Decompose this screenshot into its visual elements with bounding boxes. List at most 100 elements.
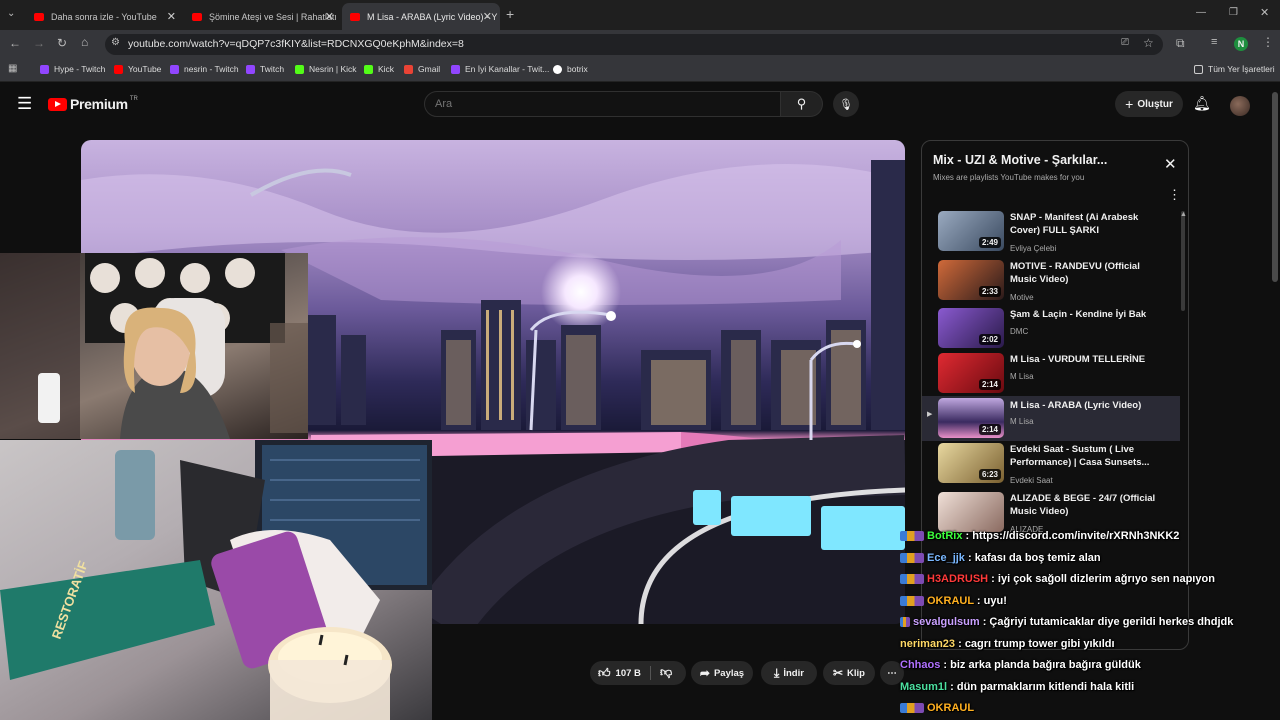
now-playing-icon: ▶	[927, 411, 933, 418]
desk-camera: RESTORATİF	[0, 440, 432, 720]
search-button[interactable]: ⚲	[781, 91, 823, 117]
tab-title: Şömine Ateşi ve Sesi | Rahatlatı	[209, 11, 337, 22]
download-button[interactable]: ⤓ İndir	[761, 661, 817, 685]
chat-text: biz arka planda bağıra bağıra güldük	[950, 659, 1141, 671]
notifications-bell-icon[interactable]: 🔔︎	[1193, 95, 1211, 112]
video-title: SNAP - Manifest (Ai Arabesk Cover) FULL …	[1010, 212, 1139, 236]
chat-badges-icon	[900, 574, 924, 585]
youtube-icon	[114, 64, 123, 74]
tab-close-icon[interactable]: ✕	[167, 10, 176, 23]
bookmark-nesrin-twitch[interactable]: nesrin - Twitch	[170, 64, 239, 74]
search-icon: ⚲	[796, 96, 807, 111]
twitch-icon	[246, 64, 255, 74]
close-playlist-icon[interactable]: ✕	[1164, 155, 1177, 173]
playlist-item[interactable]: 2:14 M Lisa - VURDUM TELLERİNE M Lisa	[922, 353, 1180, 397]
thumbs-down-icon: 👎︎	[660, 665, 673, 679]
scroll-up-icon[interactable]: ▲	[1180, 211, 1187, 218]
channel-name: M Lisa	[1010, 417, 1034, 426]
playlist-scrollbar[interactable]	[1181, 211, 1185, 311]
playlist-item[interactable]: 2:49 SNAP - Manifest (Ai Arabesk Cover) …	[922, 211, 1180, 255]
playlist-item[interactable]: 6:23 Evdeki Saat - Sustum ( Live Perform…	[922, 443, 1180, 487]
video-title: Şam & Laçin - Kendine İyi Bak	[1010, 309, 1147, 320]
desk-frame: RESTORATİF	[0, 440, 432, 720]
chat-username: sevalgulsum	[913, 616, 980, 628]
maximize-icon[interactable]: ❐	[1229, 7, 1238, 18]
playlist-menu-icon[interactable]: ⋮	[1168, 187, 1181, 203]
bookmark-nesrin-kick[interactable]: Nesrin | Kick	[295, 64, 357, 74]
webcam-frame	[0, 253, 308, 439]
minimize-icon[interactable]: —	[1196, 7, 1206, 18]
home-icon[interactable]: ⌂	[81, 35, 88, 49]
kick-icon	[364, 64, 373, 74]
bookmark-youtube[interactable]: YouTube	[114, 64, 161, 74]
like-button[interactable]: 👍︎ 107 B	[598, 666, 641, 681]
bookmark-botrix[interactable]: botrix	[553, 64, 588, 74]
chat-username: neriman23	[900, 638, 956, 650]
bookmark-star-icon[interactable]: ☆	[1143, 36, 1154, 50]
like-dislike-group: 👍︎ 107 B 👎︎	[590, 661, 686, 685]
profile-avatar[interactable]: N	[1234, 37, 1248, 51]
page-scrollbar[interactable]	[1272, 92, 1278, 282]
account-avatar[interactable]	[1230, 96, 1250, 116]
scissors-icon: ✂	[832, 666, 844, 680]
bookmark-gmail[interactable]: Gmail	[404, 64, 440, 74]
microphone-icon: 🎙	[839, 98, 853, 111]
create-button[interactable]: + Oluştur	[1115, 91, 1183, 117]
close-window-icon[interactable]: ✕	[1260, 6, 1269, 19]
chat-username: Masum1l	[900, 681, 948, 693]
youtube-premium-logo[interactable]: Premium TR	[48, 96, 138, 112]
tab-title: Daha sonra izle - YouTube	[51, 11, 157, 22]
video-thumbnail: 2:33	[938, 260, 1004, 300]
bookmark-twitch[interactable]: Twitch	[246, 64, 284, 74]
apps-grid-icon[interactable]: ▦	[8, 63, 17, 74]
kick-icon	[295, 64, 304, 74]
search-input[interactable]	[424, 91, 781, 117]
tab-araba[interactable]: M Lisa - ARABA (Lyric Video) - Y ✕	[342, 3, 500, 30]
install-app-icon[interactable]: ⎚	[1121, 37, 1129, 48]
video-thumbnail	[938, 492, 1004, 532]
share-button[interactable]: ➦ Paylaş	[691, 661, 753, 685]
forward-icon[interactable]: →	[33, 36, 45, 50]
tab-fireplace[interactable]: Şömine Ateşi ve Sesi | Rahatlatı ✕	[184, 3, 342, 30]
video-thumbnail: 2:14	[938, 398, 1004, 438]
video-thumbnail: 6:23	[938, 443, 1004, 483]
all-bookmarks[interactable]: Tüm Yer İşaretleri	[1194, 64, 1275, 74]
logo-text: Premium	[70, 96, 128, 112]
chat-badges-icon	[900, 531, 924, 542]
bookmark-hype-twitch[interactable]: Hype - Twitch	[40, 64, 105, 74]
tab-watch-later[interactable]: Daha sonra izle - YouTube ✕	[26, 3, 184, 30]
menu-icon[interactable]: ⋮	[1262, 35, 1274, 49]
site-info-icon[interactable]: ⚙	[111, 37, 120, 48]
chat-message: sevalgulsum : Çağriyi tutamicaklar diye …	[900, 616, 1233, 628]
bookmark-kick[interactable]: Kick	[364, 64, 394, 74]
media-control-icon[interactable]: ≡	[1211, 36, 1217, 48]
chat-username: OKRAUL	[927, 702, 975, 714]
playlist-item[interactable]: 2:02 Şam & Laçin - Kendine İyi Bak DMC	[922, 308, 1180, 352]
chat-message: H3ADRUSH : iyi çok sağoll dizlerim ağrıy…	[900, 573, 1215, 585]
back-icon[interactable]: ←	[9, 36, 21, 50]
channel-name: Evliya Çelebi	[1010, 244, 1057, 253]
playlist-title[interactable]: Mix - UZI & Motive - Şarkılar...	[933, 153, 1107, 167]
chat-username: OKRAUL	[927, 595, 974, 607]
twitch-icon	[170, 64, 179, 74]
voice-search-button[interactable]: 🎙	[833, 91, 859, 117]
download-icon: ⤓	[774, 665, 780, 680]
playlist-item-current[interactable]: ▶ 2:14 M Lisa - ARABA (Lyric Video) M Li…	[922, 396, 1180, 441]
reload-icon[interactable]: ↻	[57, 36, 67, 50]
hamburger-menu-icon[interactable]: ☰	[17, 94, 32, 114]
tab-search-icon[interactable]: ⌄	[7, 8, 15, 19]
tab-close-icon[interactable]: ✕	[483, 10, 492, 23]
chat-badges-icon	[900, 703, 924, 714]
clip-button[interactable]: ✂ Klip	[823, 661, 875, 685]
share-icon: ➦	[699, 666, 710, 680]
logo-region: TR	[129, 96, 138, 102]
chat-message: Chhaos : biz arka planda bağıra bağıra g…	[900, 659, 1141, 671]
new-tab-icon[interactable]: +	[506, 6, 514, 22]
bookmark-en-iyi-kanallar[interactable]: En İyi Kanallar - Twit...	[451, 64, 549, 74]
tab-close-icon[interactable]: ✕	[325, 10, 334, 23]
chat-badges-icon	[900, 553, 924, 564]
dislike-button[interactable]: 👎︎	[660, 665, 672, 680]
playlist-item[interactable]: 2:33 MOTIVE - RANDEVU (Official Music Vi…	[922, 260, 1180, 304]
folder-icon	[1194, 64, 1203, 74]
extensions-icon[interactable]: ⧉	[1176, 36, 1185, 51]
